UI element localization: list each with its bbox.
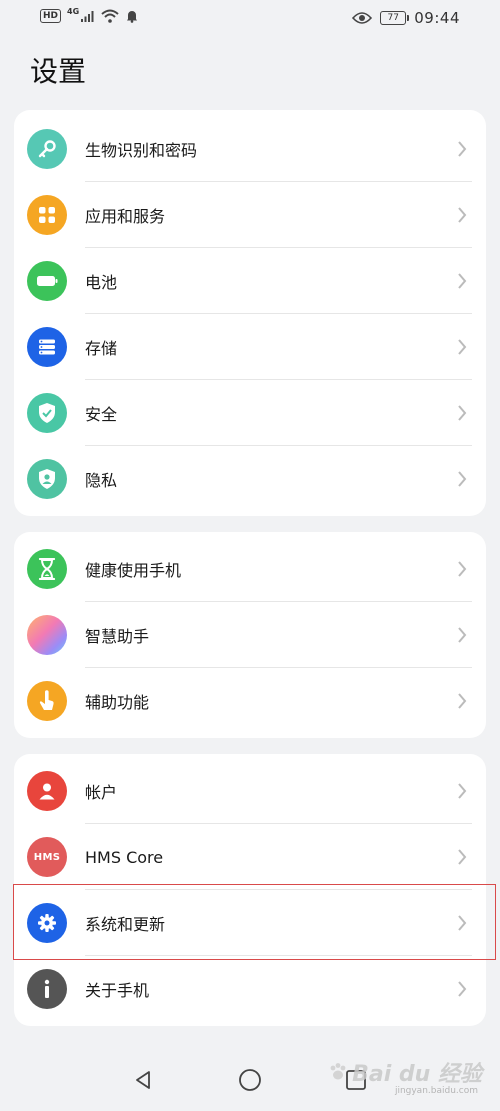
hand-pointer-icon (27, 681, 67, 721)
settings-item-label: 生物识别和密码 (85, 141, 198, 160)
status-right: 77 09:44 (352, 9, 460, 27)
settings-item-label: 健康使用手机 (85, 561, 182, 580)
gear-icon (27, 903, 67, 943)
chevron-right-icon (458, 627, 467, 643)
privacy-shield-icon (27, 459, 67, 499)
chevron-right-icon (458, 471, 467, 487)
chevron-right-icon (458, 339, 467, 355)
settings-item-digital-balance[interactable]: 健康使用手机 (14, 536, 486, 602)
settings-item-system-update[interactable]: 系统和更新 (14, 890, 486, 956)
settings-item-label: 安全 (85, 405, 118, 424)
settings-item-label: 系统和更新 (85, 915, 166, 934)
settings-item-label: 辅助功能 (85, 693, 150, 712)
settings-item-label: 关于手机 (85, 981, 150, 1000)
clock: 09:44 (414, 9, 460, 27)
settings-group-3: 帐户 HMS HMS Core 系统和更新 关于手机 (14, 754, 486, 1026)
watermark-sub: jingyan.baidu.com (394, 1086, 478, 1096)
back-triangle-icon (136, 1071, 150, 1089)
key-icon (27, 129, 67, 169)
network-type: 4G (67, 6, 80, 16)
settings-item-security[interactable]: 安全 (14, 380, 486, 446)
status-bar: HD 4G 77 09:44 (0, 0, 500, 36)
battery-indicator: 77 (380, 11, 410, 25)
settings-item-smart-assistant[interactable]: 智慧助手 (14, 602, 486, 668)
settings-item-apps-services[interactable]: 应用和服务 (14, 182, 486, 248)
settings-item-label: 应用和服务 (85, 207, 166, 226)
chevron-right-icon (458, 783, 467, 799)
chevron-right-icon (458, 141, 467, 157)
settings-item-label: 帐户 (85, 783, 118, 802)
storage-icon (27, 327, 67, 367)
settings-item-label: HMS Core (85, 847, 164, 867)
settings-item-label: 隐私 (85, 471, 118, 490)
battery-icon (27, 261, 67, 301)
settings-item-battery[interactable]: 电池 (14, 248, 486, 314)
chevron-right-icon (458, 915, 467, 931)
settings-item-account[interactable]: 帐户 (14, 758, 486, 824)
hms-icon-text: HMS (33, 851, 61, 863)
chevron-right-icon (458, 849, 467, 865)
chevron-right-icon (458, 561, 467, 577)
hd-badge: HD (40, 9, 62, 23)
settings-group-1: 生物识别和密码 应用和服务 电池 存储 安全 隐私 (14, 110, 486, 516)
watermark: Bai du 经验 (327, 1056, 482, 1088)
shield-check-icon (27, 393, 67, 433)
hms-icon: HMS (27, 837, 67, 877)
chevron-right-icon (458, 405, 467, 421)
page-title: 设置 (30, 55, 87, 88)
settings-item-about-phone[interactable]: 关于手机 (14, 956, 486, 1022)
hourglass-icon (27, 549, 67, 589)
settings-item-label: 智慧助手 (85, 627, 150, 646)
status-left: HD 4G (40, 6, 139, 23)
watermark-text: Bai du 经验 (352, 1062, 482, 1087)
settings-item-label: 存储 (85, 339, 118, 358)
settings-item-accessibility[interactable]: 辅助功能 (14, 668, 486, 734)
eye-icon (352, 12, 373, 24)
settings-group-2: 健康使用手机 智慧助手 辅助功能 (14, 532, 486, 738)
home-button[interactable] (232, 1062, 268, 1098)
notification-bell-icon (127, 11, 138, 23)
user-icon (27, 771, 67, 811)
info-icon (27, 969, 67, 1009)
assistant-orb-icon (27, 615, 67, 655)
chevron-right-icon (458, 207, 467, 223)
apps-grid-icon (27, 195, 67, 235)
settings-item-label: 电池 (85, 273, 118, 292)
home-circle-icon (239, 1069, 261, 1091)
chevron-right-icon (458, 981, 467, 997)
wifi-icon (101, 9, 119, 23)
chevron-right-icon (458, 273, 467, 289)
chevron-right-icon (458, 693, 467, 709)
settings-item-storage[interactable]: 存储 (14, 314, 486, 380)
settings-item-hms-core[interactable]: HMS HMS Core (14, 824, 486, 890)
settings-item-privacy[interactable]: 隐私 (14, 446, 486, 512)
settings-item-biometrics[interactable]: 生物识别和密码 (14, 116, 486, 182)
paw-logo-icon (330, 1063, 346, 1080)
signal-icon (81, 11, 94, 22)
back-button[interactable] (125, 1062, 161, 1098)
